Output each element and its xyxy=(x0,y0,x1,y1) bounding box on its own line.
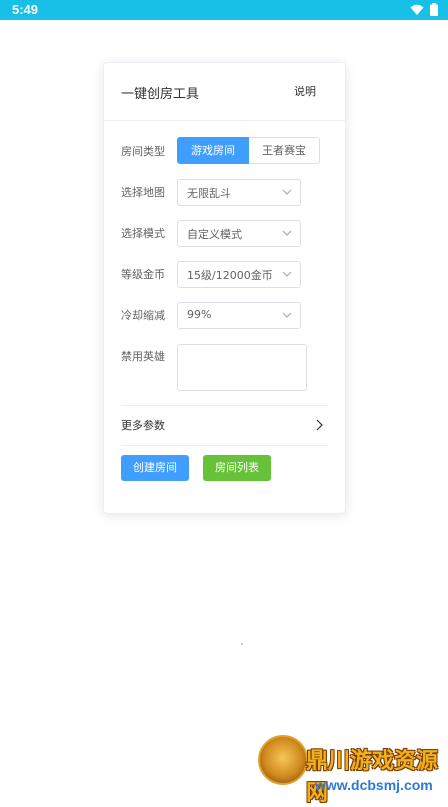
ban-heroes-label: 禁用英雄 xyxy=(121,350,165,363)
more-params-label: 更多参数 xyxy=(121,419,165,432)
card-title: 一键创房工具 xyxy=(121,87,200,102)
gold-select-value: 15级/12000金币 xyxy=(187,269,273,282)
room-type-label: 房间类型 xyxy=(121,145,165,158)
watermark-title: 鼎川游戏资源网 xyxy=(306,749,439,806)
mode-label: 选择模式 xyxy=(121,227,165,240)
help-link[interactable]: 说明 xyxy=(294,83,316,99)
decorative-dot xyxy=(241,643,243,645)
chevron-right-icon xyxy=(316,419,323,431)
room-type-option-game[interactable]: 游戏房间 xyxy=(177,137,249,164)
room-type-segmented: 游戏房间 王者赛宝 xyxy=(177,137,320,164)
map-select-value: 无限乱斗 xyxy=(187,187,231,200)
watermark-logo-icon xyxy=(258,735,308,785)
battery-icon xyxy=(430,3,438,16)
watermark-url: www.dcbsmj.com xyxy=(315,777,433,793)
cooldown-select[interactable]: 99% xyxy=(177,302,301,329)
card-header: 一键创房工具 说明 xyxy=(104,63,345,121)
chevron-down-icon xyxy=(282,312,292,318)
gold-select[interactable]: 15级/12000金币 xyxy=(177,261,301,288)
map-label: 选择地图 xyxy=(121,186,165,199)
gold-label: 等级金币 xyxy=(121,268,165,281)
room-creator-card: 一键创房工具 说明 房间类型 游戏房间 王者赛宝 选择地图 无限乱斗 选择模式 … xyxy=(103,62,346,514)
cooldown-select-value: 99% xyxy=(187,308,212,321)
chevron-down-icon xyxy=(282,189,292,195)
chevron-down-icon xyxy=(282,230,292,236)
divider xyxy=(121,445,328,446)
watermark: 鼎川游戏资源网 www.dcbsmj.com xyxy=(250,733,448,806)
cooldown-label: 冷却缩减 xyxy=(121,309,165,322)
divider xyxy=(121,405,328,406)
more-params-row[interactable]: 更多参数 xyxy=(121,415,328,435)
chevron-down-icon xyxy=(282,271,292,277)
mode-select[interactable]: 自定义模式 xyxy=(177,220,301,247)
wifi-icon xyxy=(410,4,424,15)
status-time: 5:49 xyxy=(12,2,39,17)
status-bar: 5:49 xyxy=(0,0,448,20)
ban-heroes-textarea[interactable] xyxy=(177,344,307,391)
room-type-option-treasure[interactable]: 王者赛宝 xyxy=(249,137,320,164)
mode-select-value: 自定义模式 xyxy=(187,228,242,241)
map-select[interactable]: 无限乱斗 xyxy=(177,179,301,206)
status-icons xyxy=(410,3,438,16)
create-room-button[interactable]: 创建房间 xyxy=(121,455,189,481)
room-list-button[interactable]: 房间列表 xyxy=(203,455,271,481)
